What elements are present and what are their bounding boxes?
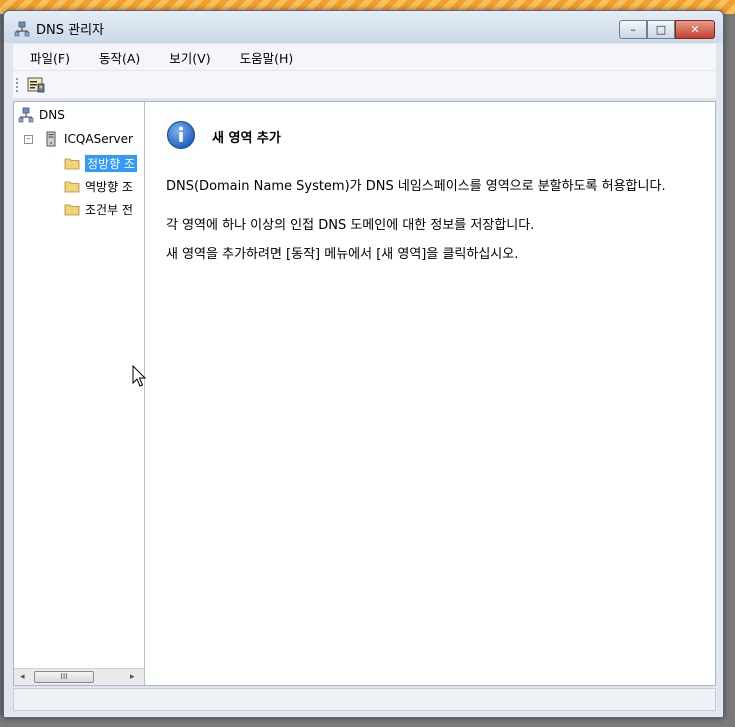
desktop-background-right	[723, 14, 735, 727]
menu-bar: 파일(F) 동작(A) 보기(V) 도움말(H)	[13, 44, 716, 70]
dns-app-icon	[14, 21, 30, 37]
description-paragraph-3: 새 영역을 추가하려면 [동작] 메뉴에서 [새 영역]을 클릭하십시오.	[166, 247, 519, 262]
menu-action[interactable]: 동작(A)	[82, 48, 152, 67]
tree-item-conditional-forwarders[interactable]: 조건부 전	[64, 199, 133, 219]
folder-icon	[64, 158, 80, 170]
toolbar-grip[interactable]	[16, 78, 18, 92]
scroll-thumb[interactable]: III	[34, 671, 94, 683]
description-paragraph-2: 각 영역에 하나 이상의 인접 DNS 도메인에 대한 정보를 저장합니다.	[166, 218, 535, 233]
dns-root-icon	[18, 107, 34, 123]
menu-help[interactable]: 도움말(H)	[223, 48, 306, 67]
window-title: DNS 관리자	[36, 23, 104, 38]
main-area: DNS – ICQAServer 정방향 조 역방향 조 조건부 전 ◂ III…	[13, 101, 716, 686]
tree-item-dns-label: DNS	[39, 108, 65, 122]
tree-item-server-label: ICQAServer	[64, 132, 133, 146]
status-bar	[13, 688, 716, 711]
scroll-left-arrow[interactable]: ◂	[20, 672, 25, 682]
info-icon	[167, 121, 195, 149]
folder-icon	[64, 181, 80, 193]
tree-item-reverse-lookup-label: 역방향 조	[85, 179, 133, 194]
tree-item-dns[interactable]: DNS	[18, 105, 65, 125]
tree-item-server[interactable]: ICQAServer	[43, 129, 133, 149]
content-pane: 새 영역 추가 DNS(Domain Name System)가 DNS 네임스…	[146, 102, 715, 685]
toolbar	[13, 70, 716, 98]
maximize-button[interactable]: □	[647, 20, 675, 39]
tree-item-forward-lookup[interactable]: 정방향 조	[64, 153, 137, 173]
title-bar[interactable]: DNS 관리자 – □ ✕	[4, 11, 723, 43]
scroll-right-arrow[interactable]: ▸	[130, 672, 135, 682]
menu-view[interactable]: 보기(V)	[152, 48, 222, 67]
folder-icon	[64, 204, 80, 216]
tree-item-conditional-forwarders-label: 조건부 전	[85, 202, 133, 217]
tree-item-reverse-lookup[interactable]: 역방향 조	[64, 176, 133, 196]
minimize-button[interactable]: –	[619, 20, 647, 39]
dns-manager-window: DNS 관리자 – □ ✕ 파일(F) 동작(A) 보기(V) 도움말(H) D…	[3, 10, 724, 718]
server-icon	[46, 131, 56, 147]
tree-horizontal-scrollbar[interactable]: ◂ III ▸	[14, 668, 144, 685]
close-button[interactable]: ✕	[675, 20, 715, 39]
console-properties-icon[interactable]	[27, 76, 45, 94]
menu-file[interactable]: 파일(F)	[13, 48, 82, 67]
window-controls: – □ ✕	[619, 20, 715, 39]
description-paragraph-1: DNS(Domain Name System)가 DNS 네임스페이스를 영역으…	[166, 179, 666, 194]
mouse-cursor-icon	[132, 365, 147, 387]
tree-collapse-toggle[interactable]: –	[24, 135, 33, 144]
content-title: 새 영역 추가	[212, 131, 281, 146]
tree-item-forward-lookup-label: 정방향 조	[85, 154, 137, 172]
tree-pane: DNS – ICQAServer 정방향 조 역방향 조 조건부 전 ◂ III…	[14, 102, 145, 685]
